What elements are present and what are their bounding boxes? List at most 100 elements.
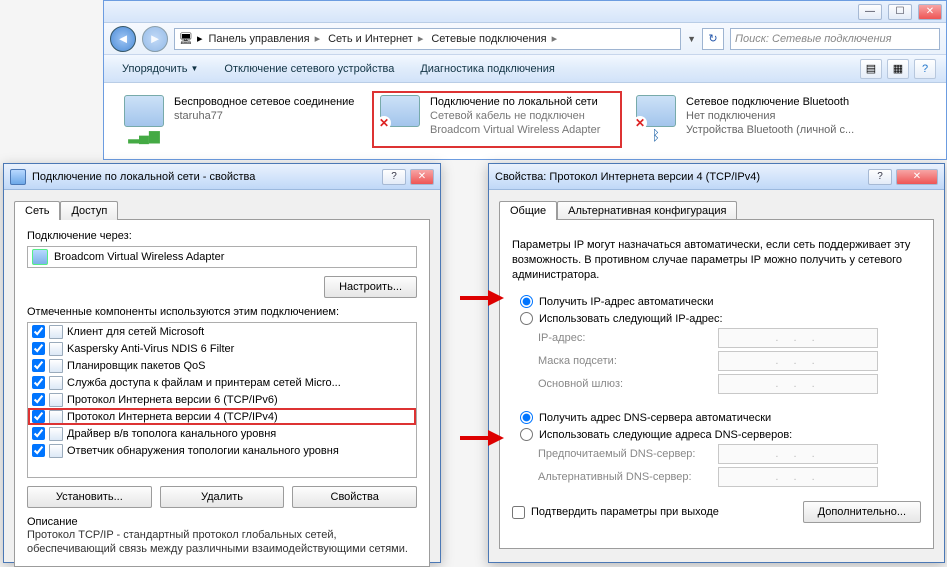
radio-manual-ip-input[interactable] — [520, 312, 533, 325]
conn-dev: Устройства Bluetooth (личной с... — [686, 123, 874, 137]
conn-title: Сетевое подключение Bluetooth — [686, 95, 874, 109]
radio-auto-dns[interactable]: Получить адрес DNS-сервера автоматически — [520, 411, 921, 424]
annotation-arrow-icon — [460, 290, 504, 306]
annotation-arrow-icon — [460, 430, 504, 446]
advanced-button[interactable]: Дополнительно... — [803, 501, 921, 523]
client-icon — [49, 325, 63, 339]
mask-input[interactable]: . . . — [718, 351, 878, 371]
alt-dns-input[interactable]: . . . — [718, 467, 878, 487]
control-panel-icon: 🖥 — [179, 32, 193, 45]
row-pref-dns: Предпочитаемый DNS-сервер:. . . — [538, 444, 921, 464]
close-button[interactable]: ✕ — [410, 169, 434, 185]
conn-sub: staruha77 — [174, 109, 362, 123]
validate-checkbox[interactable] — [512, 506, 525, 519]
disconnected-icon: ✕ — [377, 116, 391, 130]
item-checkbox[interactable] — [32, 359, 45, 372]
row-alt-dns: Альтернативный DNS-сервер:. . . — [538, 467, 921, 487]
responder-icon — [49, 444, 63, 458]
bt-icon: ✕ — [636, 95, 676, 127]
connection-bluetooth[interactable]: ✕ᛒ Сетевое подключение Bluetooth Нет под… — [628, 91, 878, 148]
uninstall-button[interactable]: Удалить — [160, 486, 285, 508]
proto-icon — [49, 393, 63, 407]
item-checkbox[interactable] — [32, 376, 45, 389]
view2-icon[interactable]: ▦ — [887, 59, 909, 79]
adapter-icon — [32, 249, 48, 265]
minimize-button[interactable]: — — [858, 4, 882, 20]
configure-button[interactable]: Настроить... — [324, 276, 417, 298]
tab-panel-network: Подключение через: Broadcom Virtual Wire… — [14, 219, 430, 567]
tab-general[interactable]: Общие — [499, 201, 557, 220]
item-checkbox[interactable] — [32, 427, 45, 440]
view-icon[interactable]: ▤ — [860, 59, 882, 79]
item-checkbox[interactable] — [32, 325, 45, 338]
radio-manual-dns[interactable]: Использовать следующие адреса DNS-сервер… — [520, 428, 921, 441]
address-bar-row: ◄ ► 🖥 ▸ Панель управления▸ Сеть и Интерн… — [104, 23, 946, 55]
install-button[interactable]: Установить... — [27, 486, 152, 508]
crumb-0[interactable]: Панель управления▸ — [207, 32, 323, 45]
radio-auto-ip[interactable]: Получить IP-адрес автоматически — [520, 295, 921, 308]
refresh-button[interactable]: ↻ — [702, 28, 724, 50]
ip-input[interactable]: . . . — [718, 328, 878, 348]
properties-button[interactable]: Свойства — [292, 486, 417, 508]
radio-auto-ip-input[interactable] — [520, 295, 533, 308]
list-item-ipv4[interactable]: Протокол Интернета версии 4 (TCP/IPv4) — [28, 408, 416, 425]
validate-label: Подтвердить параметры при выходе — [531, 506, 719, 518]
connection-lan[interactable]: ✕ Подключение по локальной сети Сетевой … — [372, 91, 622, 148]
tab-alternate[interactable]: Альтернативная конфигурация — [557, 201, 737, 220]
item-checkbox[interactable] — [32, 342, 45, 355]
dialog-title: Свойства: Протокол Интернета версии 4 (T… — [495, 171, 760, 183]
conn-title: Беспроводное сетевое соединение — [174, 95, 362, 109]
close-button[interactable]: ✕ — [896, 169, 938, 185]
help-button[interactable]: ? — [868, 169, 892, 185]
list-item[interactable]: Драйвер в/в тополога канального уровня — [28, 425, 416, 442]
item-checkbox[interactable] — [32, 444, 45, 457]
item-checkbox[interactable] — [32, 410, 45, 423]
list-item[interactable]: Ответчик обнаружения топологии канальног… — [28, 442, 416, 459]
search-input[interactable]: Поиск: Сетевые подключения — [730, 28, 940, 50]
adapter-name: Broadcom Virtual Wireless Adapter — [54, 251, 224, 263]
tab-network[interactable]: Сеть — [14, 201, 60, 220]
dialog-titlebar: Подключение по локальной сети - свойства… — [4, 164, 440, 190]
dialog-title: Подключение по локальной сети - свойства — [32, 171, 255, 183]
tab-sharing[interactable]: Доступ — [60, 201, 118, 220]
radio-auto-dns-input[interactable] — [520, 411, 533, 424]
list-item[interactable]: Служба доступа к файлам и принтерам сете… — [28, 374, 416, 391]
qos-icon — [49, 359, 63, 373]
crumb-2[interactable]: Сетевые подключения▸ — [429, 32, 559, 45]
connection-wireless[interactable]: ▂▄▆ Беспроводное сетевое соединение star… — [116, 91, 366, 148]
back-button[interactable]: ◄ — [110, 26, 136, 52]
breadcrumb[interactable]: 🖥 ▸ Панель управления▸ Сеть и Интернет▸ … — [174, 28, 681, 50]
driver-icon — [49, 427, 63, 441]
conn-dev: Broadcom Virtual Wireless Adapter — [430, 123, 618, 137]
row-gw: Основной шлюз:. . . — [538, 374, 921, 394]
list-item[interactable]: Планировщик пакетов QoS — [28, 357, 416, 374]
organize-menu[interactable]: Упорядочить▼ — [114, 61, 206, 77]
connect-using-label: Подключение через: — [27, 230, 417, 242]
radio-manual-dns-input[interactable] — [520, 428, 533, 441]
list-item[interactable]: Клиент для сетей Microsoft — [28, 323, 416, 340]
components-label: Отмеченные компоненты используются этим … — [27, 306, 417, 318]
help-icon[interactable]: ? — [914, 59, 936, 79]
adapter-field: Broadcom Virtual Wireless Adapter — [27, 246, 417, 268]
radio-manual-ip[interactable]: Использовать следующий IP-адрес: — [520, 312, 921, 325]
crumb-1[interactable]: Сеть и Интернет▸ — [326, 32, 425, 45]
forward-button[interactable]: ► — [142, 26, 168, 52]
row-ip: IP-адрес:. . . — [538, 328, 921, 348]
tab-panel-general: Параметры IP могут назначаться автоматич… — [499, 219, 934, 549]
list-item[interactable]: Протокол Интернета версии 6 (TCP/IPv6) — [28, 391, 416, 408]
conn-sub: Нет подключения — [686, 109, 874, 123]
disable-device[interactable]: Отключение сетевого устройства — [216, 61, 402, 77]
dialog-titlebar: Свойства: Протокол Интернета версии 4 (T… — [489, 164, 944, 190]
proto-icon — [49, 410, 63, 424]
lan-properties-dialog: Подключение по локальной сети - свойства… — [3, 163, 441, 563]
components-list[interactable]: Клиент для сетей Microsoft Kaspersky Ant… — [27, 322, 417, 478]
close-button[interactable]: ✕ — [918, 4, 942, 20]
diagnose-connection[interactable]: Диагностика подключения — [412, 61, 562, 77]
maximize-button[interactable]: ☐ — [888, 4, 912, 20]
description-text: Протокол TCP/IP - стандартный протокол г… — [27, 528, 417, 556]
item-checkbox[interactable] — [32, 393, 45, 406]
help-button[interactable]: ? — [382, 169, 406, 185]
list-item[interactable]: Kaspersky Anti-Virus NDIS 6 Filter — [28, 340, 416, 357]
gateway-input[interactable]: . . . — [718, 374, 878, 394]
pref-dns-input[interactable]: . . . — [718, 444, 878, 464]
